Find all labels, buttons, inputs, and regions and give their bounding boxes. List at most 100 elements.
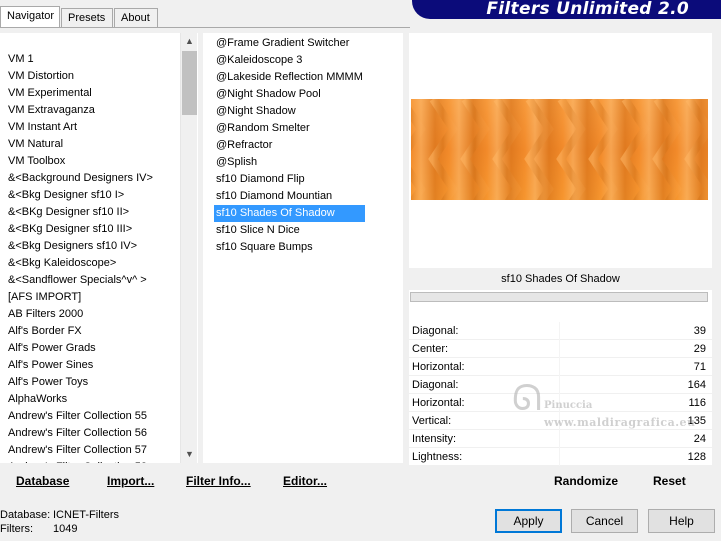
category-list-item[interactable]: Andrew's Filter Collection 55	[8, 408, 153, 425]
parameter-label: Horizontal:	[412, 361, 465, 373]
progress-bar	[410, 292, 708, 302]
database-button[interactable]: Database	[16, 474, 69, 488]
parameter-value[interactable]: 164	[688, 376, 706, 394]
category-list-item[interactable]: AlphaWorks	[8, 391, 153, 408]
category-list-item[interactable]: &<Bkg Designers sf10 IV>	[8, 238, 153, 255]
scroll-up-icon[interactable]: ▲	[181, 33, 198, 50]
category-scrollbar[interactable]: ▲ ▼	[180, 33, 197, 463]
parameter-divider	[559, 412, 560, 430]
parameter-value[interactable]: 71	[694, 358, 706, 376]
category-list-item[interactable]: Alf's Power Grads	[8, 340, 153, 357]
category-list-item[interactable]: &<BKg Designer sf10 III>	[8, 221, 153, 238]
filter-list-item[interactable]: sf10 Diamond Flip	[214, 171, 365, 188]
parameter-divider	[559, 430, 560, 448]
parameter-divider	[559, 448, 560, 466]
category-list-item[interactable]: Alf's Power Sines	[8, 357, 153, 374]
parameter-value[interactable]: 29	[694, 340, 706, 358]
parameter-label: Diagonal:	[412, 325, 459, 337]
category-list: VM 1 VM Distortion VM Experimental VM Extra…	[8, 51, 153, 463]
category-list-item[interactable]: VM Experimental	[8, 85, 153, 102]
filter-list-item[interactable]: @Lakeside Reflection MMMM	[214, 69, 365, 86]
parameter-label: Vertical:	[412, 415, 452, 427]
import-button[interactable]: Import...	[107, 474, 154, 488]
help-button[interactable]: Help	[648, 509, 715, 533]
filter-list-item-selected[interactable]: sf10 Shades Of Shadow	[214, 205, 365, 222]
category-list-item[interactable]: &<Bkg Kaleidoscope>	[8, 255, 153, 272]
scroll-thumb[interactable]	[182, 51, 197, 115]
filter-list-item[interactable]: sf10 Diamond Mountian	[214, 188, 365, 205]
category-list-item[interactable]: VM Natural	[8, 136, 153, 153]
parameter-divider	[559, 358, 560, 376]
category-list-item[interactable]: VM 1	[8, 51, 153, 68]
parameter-value[interactable]: 24	[694, 430, 706, 448]
parameter-label: Center:	[412, 343, 449, 355]
parameter-slider-row[interactable]: Intensity: 24	[409, 430, 712, 448]
parameter-value[interactable]: 135	[688, 412, 706, 430]
bottom-toolbar: Database Import... Filter Info... Editor…	[0, 466, 721, 496]
category-list-item[interactable]: Alf's Border FX	[8, 323, 153, 340]
parameter-slider-row[interactable]: Horizontal: 116	[409, 394, 712, 412]
category-list-item[interactable]: Alf's Power Toys	[8, 374, 153, 391]
app-title: Filters Unlimited 2.0	[486, 0, 689, 19]
randomize-button[interactable]: Randomize	[554, 474, 618, 488]
filter-list-item[interactable]: sf10 Slice N Dice	[214, 222, 365, 239]
tab-presets[interactable]: Presets	[61, 8, 113, 28]
category-list-item[interactable]: VM Extravaganza	[8, 102, 153, 119]
filter-list-item[interactable]: @Frame Gradient Switcher	[214, 35, 365, 52]
parameter-slider-row[interactable]: Center: 29	[409, 340, 712, 358]
parameter-sliders: Diagonal: 39 Center: 29 Horizontal: 71 Diagona…	[409, 322, 712, 466]
database-label: Database:	[0, 509, 51, 521]
filter-info-button[interactable]: Filter Info...	[186, 474, 251, 488]
category-list-item[interactable]: VM Toolbox	[8, 153, 153, 170]
parameter-slider-row[interactable]: Horizontal: 71	[409, 358, 712, 376]
parameter-divider	[559, 394, 560, 412]
tab-navigator[interactable]: Navigator	[0, 6, 60, 28]
filter-list-item[interactable]: @Kaleidoscope 3	[214, 52, 365, 69]
parameter-label: Diagonal:	[412, 379, 459, 391]
category-list-item[interactable]: VM Distortion	[8, 68, 153, 85]
parameter-divider	[559, 376, 560, 394]
database-value: ICNET-Filters	[53, 509, 119, 521]
category-list-item[interactable]: Andrew's Filter Collection 57	[8, 442, 153, 459]
category-list-item[interactable]: &<Background Designers IV>	[8, 170, 153, 187]
parameter-value[interactable]: 39	[694, 322, 706, 340]
filter-list-item[interactable]: @Refractor	[214, 137, 365, 154]
parameter-label: Intensity:	[412, 433, 457, 445]
parameter-label: Horizontal:	[412, 397, 465, 409]
category-list-item[interactable]: AB Filters 2000	[8, 306, 153, 323]
filter-list-item[interactable]: @Random Smelter	[214, 120, 365, 137]
filter-list-item[interactable]: sf10 Square Bumps	[214, 239, 365, 256]
category-list-item[interactable]: [AFS IMPORT]	[8, 289, 153, 306]
parameter-slider-row[interactable]: Vertical: 135	[409, 412, 712, 430]
category-list-item[interactable]: &<BKg Designer sf10 II>	[8, 204, 153, 221]
app-title-banner: Filters Unlimited 2.0	[412, 0, 721, 19]
category-list-item[interactable]: Andrew's Filter Collection 56	[8, 425, 153, 442]
filter-list: @Frame Gradient Switcher @Kaleidoscope 3 @…	[214, 35, 365, 256]
parameter-divider	[559, 322, 560, 340]
parameter-value[interactable]: 128	[688, 448, 706, 466]
parameter-value[interactable]: 116	[688, 394, 706, 412]
editor-button[interactable]: Editor...	[283, 474, 327, 488]
category-list-item[interactable]: &<Bkg Designer sf10 I>	[8, 187, 153, 204]
apply-button[interactable]: Apply	[495, 509, 562, 533]
parameter-divider	[559, 340, 560, 358]
parameter-slider-row[interactable]: Lightness: 128	[409, 448, 712, 466]
tab-about[interactable]: About	[114, 8, 158, 28]
filters-count-value: 1049	[53, 523, 78, 535]
category-list-item[interactable]: &<Sandflower Specials^v^ >	[8, 272, 153, 289]
filter-list-item[interactable]: @Night Shadow	[214, 103, 365, 120]
category-list-panel: VM 1 VM Distortion VM Experimental VM Extra…	[0, 33, 198, 463]
category-list-item[interactable]: Andrew's Filter Collection 58	[8, 459, 153, 463]
selected-filter-title: sf10 Shades Of Shadow	[409, 268, 712, 290]
filters-count-label: Filters:	[0, 523, 33, 535]
filter-list-panel: @Frame Gradient Switcher @Kaleidoscope 3 @…	[203, 33, 403, 463]
filter-list-item[interactable]: @Night Shadow Pool	[214, 86, 365, 103]
cancel-button[interactable]: Cancel	[571, 509, 638, 533]
scroll-down-icon[interactable]: ▼	[181, 446, 198, 463]
parameter-slider-row[interactable]: Diagonal: 164	[409, 376, 712, 394]
effect-preview-image[interactable]	[411, 99, 708, 200]
filter-list-item[interactable]: @Splish	[214, 154, 365, 171]
category-list-item[interactable]: VM Instant Art	[8, 119, 153, 136]
reset-button[interactable]: Reset	[653, 474, 686, 488]
parameter-slider-row[interactable]: Diagonal: 39	[409, 322, 712, 340]
